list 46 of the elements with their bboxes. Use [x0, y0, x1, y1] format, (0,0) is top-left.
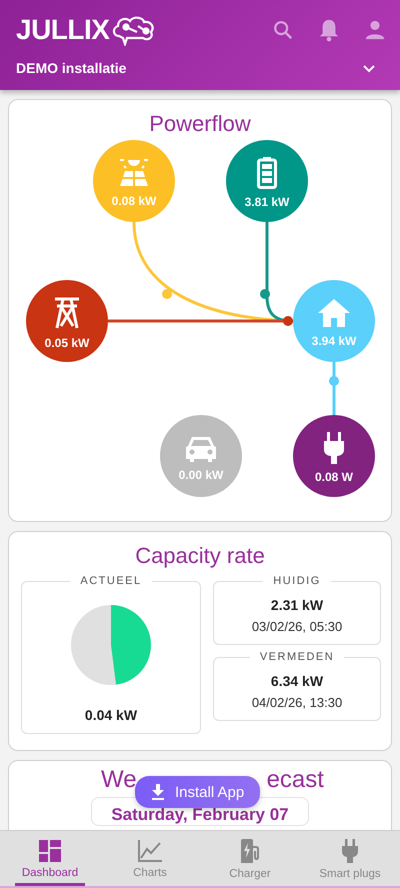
- power-value: 0.08 kW: [112, 194, 156, 208]
- energy-node[interactable]: 0.05 kW: [26, 280, 108, 362]
- nav-tab[interactable]: Charts: [115, 831, 185, 886]
- house-icon: [317, 298, 351, 328]
- ev-charger-icon: [240, 838, 260, 862]
- energy-node[interactable]: 0.08 W: [293, 415, 375, 497]
- energy-node[interactable]: 3.81 kW: [226, 140, 308, 222]
- power-value: 0.05 kW: [44, 336, 90, 350]
- power-value: 2.31 kW: [270, 597, 324, 613]
- chevron-down-icon[interactable]: [362, 64, 376, 72]
- logo-text: JULLIX: [16, 14, 110, 46]
- solar-panel-icon: [118, 158, 150, 188]
- day-title: Saturday, February 07: [111, 806, 289, 823]
- section-label: HUIDIG: [272, 575, 322, 587]
- card-title: Capacity rate: [134, 542, 266, 569]
- plug-icon: [342, 838, 358, 862]
- energy-node[interactable]: 0.00 kW: [160, 415, 242, 497]
- card-title: Powerflow: [148, 110, 252, 137]
- nav-tab[interactable]: Dashboard: [15, 831, 85, 886]
- plug-icon: [323, 432, 345, 464]
- line-chart-icon: [138, 840, 162, 862]
- nav-tab[interactable]: Charger: [215, 831, 285, 886]
- power-pylon-icon: [53, 296, 81, 330]
- date-time: 03/02/26, 05:30: [252, 619, 342, 634]
- card-title: ecast: [266, 766, 324, 794]
- download-icon: [151, 784, 165, 800]
- power-value: 6.34 kW: [270, 673, 324, 689]
- section-label: VERMEDEN: [258, 651, 336, 663]
- user-icon[interactable]: [364, 19, 386, 41]
- nav-tab[interactable]: Smart plugs: [315, 831, 385, 886]
- section-label: ACTUEEL: [79, 575, 143, 587]
- search-icon[interactable]: [272, 19, 294, 41]
- battery-icon: [257, 157, 277, 189]
- date-time: 04/02/26, 13:30: [252, 695, 342, 710]
- dashboard-icon: [39, 840, 61, 862]
- installation-selector[interactable]: DEMO installatie: [16, 60, 126, 76]
- power-value: 0.00 kW: [178, 468, 224, 482]
- install-app-button[interactable]: Install App: [135, 776, 260, 808]
- connector-line: [329, 362, 339, 415]
- car-icon: [185, 434, 217, 462]
- power-value: 3.81 kW: [244, 195, 290, 209]
- power-value: 0.04 kW: [84, 707, 138, 723]
- power-value: 3.94 kW: [312, 334, 356, 348]
- bell-icon[interactable]: [318, 18, 340, 42]
- card-title: We: [101, 766, 137, 794]
- power-value: 0.08 W: [314, 470, 353, 484]
